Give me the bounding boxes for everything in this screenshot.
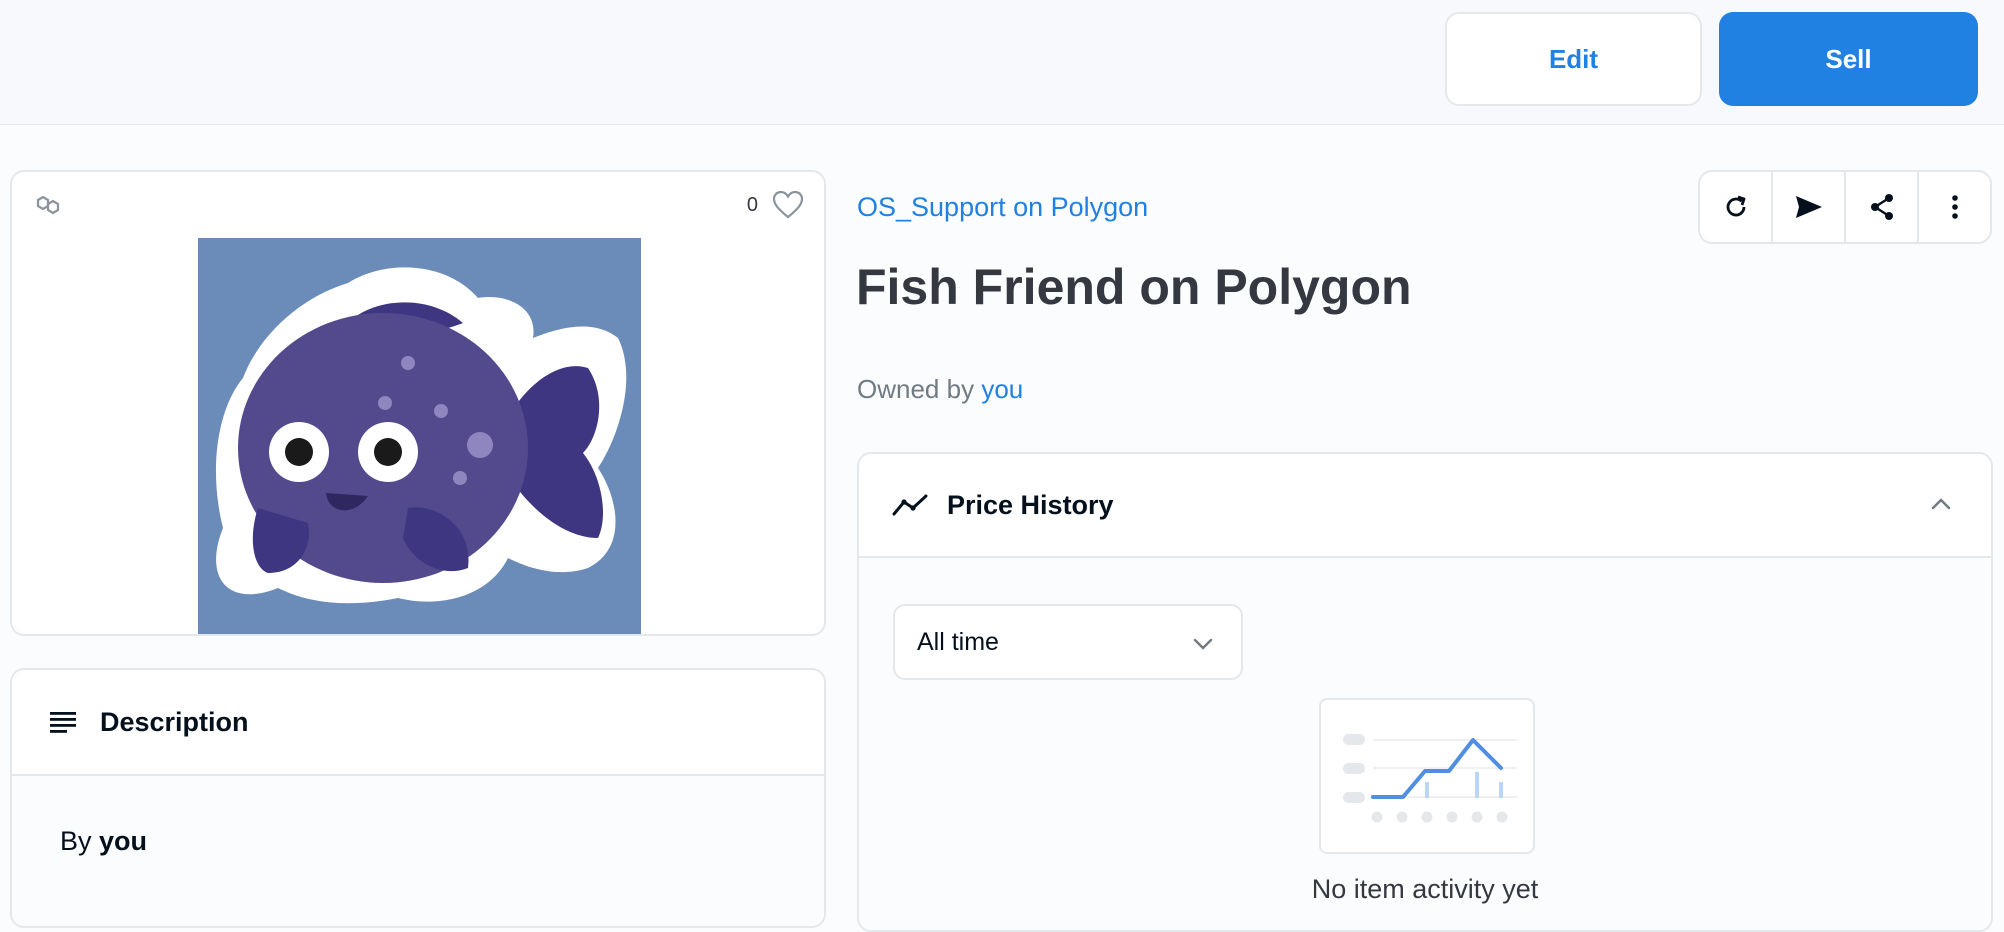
owner-line: Owned by you bbox=[857, 374, 1023, 405]
owned-by-prefix: Owned by bbox=[857, 374, 975, 404]
edit-button[interactable]: Edit bbox=[1445, 12, 1702, 106]
share-button[interactable] bbox=[1846, 172, 1919, 242]
item-title: Fish Friend on Polygon bbox=[856, 259, 1412, 315]
price-history-header[interactable]: Price History bbox=[859, 454, 1991, 558]
more-icon bbox=[1951, 195, 1958, 219]
owner-link[interactable]: you bbox=[981, 374, 1023, 404]
nft-media-card: 0 bbox=[10, 170, 826, 636]
fish-illustration bbox=[215, 267, 627, 604]
description-card: Description By you bbox=[10, 668, 826, 928]
polygon-chain-icon bbox=[36, 195, 60, 215]
item-actions bbox=[1698, 170, 1992, 244]
heart-icon[interactable] bbox=[772, 190, 804, 220]
share-icon bbox=[1870, 194, 1893, 220]
description-header[interactable]: Description bbox=[12, 670, 824, 776]
refresh-button[interactable] bbox=[1700, 172, 1773, 242]
refresh-icon bbox=[1726, 195, 1745, 217]
empty-chart-icon bbox=[1343, 734, 1517, 823]
description-by-prefix: By bbox=[60, 826, 92, 856]
description-author[interactable]: you bbox=[99, 826, 147, 856]
text-lines-icon bbox=[50, 712, 76, 733]
trend-line-icon bbox=[892, 494, 928, 516]
transfer-button[interactable] bbox=[1773, 172, 1846, 242]
favorite-count: 0 bbox=[746, 193, 758, 216]
chevron-up-icon[interactable] bbox=[1929, 492, 1953, 516]
description-body: By you bbox=[12, 776, 824, 926]
sell-button[interactable]: Sell bbox=[1719, 12, 1978, 106]
more-button[interactable] bbox=[1919, 172, 1990, 242]
nft-image[interactable] bbox=[198, 238, 641, 634]
price-history-title: Price History bbox=[947, 489, 1114, 520]
collection-link[interactable]: OS_Support on Polygon bbox=[857, 192, 1148, 223]
chevron-down-icon bbox=[1193, 638, 1213, 650]
top-bar: Edit Sell bbox=[0, 0, 2004, 125]
time-range-select[interactable]: All time bbox=[893, 604, 1243, 680]
description-title: Description bbox=[100, 706, 249, 737]
empty-chart-illustration bbox=[1319, 698, 1535, 854]
favorite-control[interactable]: 0 bbox=[747, 190, 804, 220]
time-range-value: All time bbox=[917, 627, 999, 656]
transfer-icon bbox=[1795, 196, 1822, 218]
price-history-body: All time No item activity yet bbox=[859, 558, 1991, 930]
price-history-card: Price History All time No item activity … bbox=[857, 452, 1993, 932]
empty-activity-message: No item activity yet bbox=[1311, 874, 1539, 904]
